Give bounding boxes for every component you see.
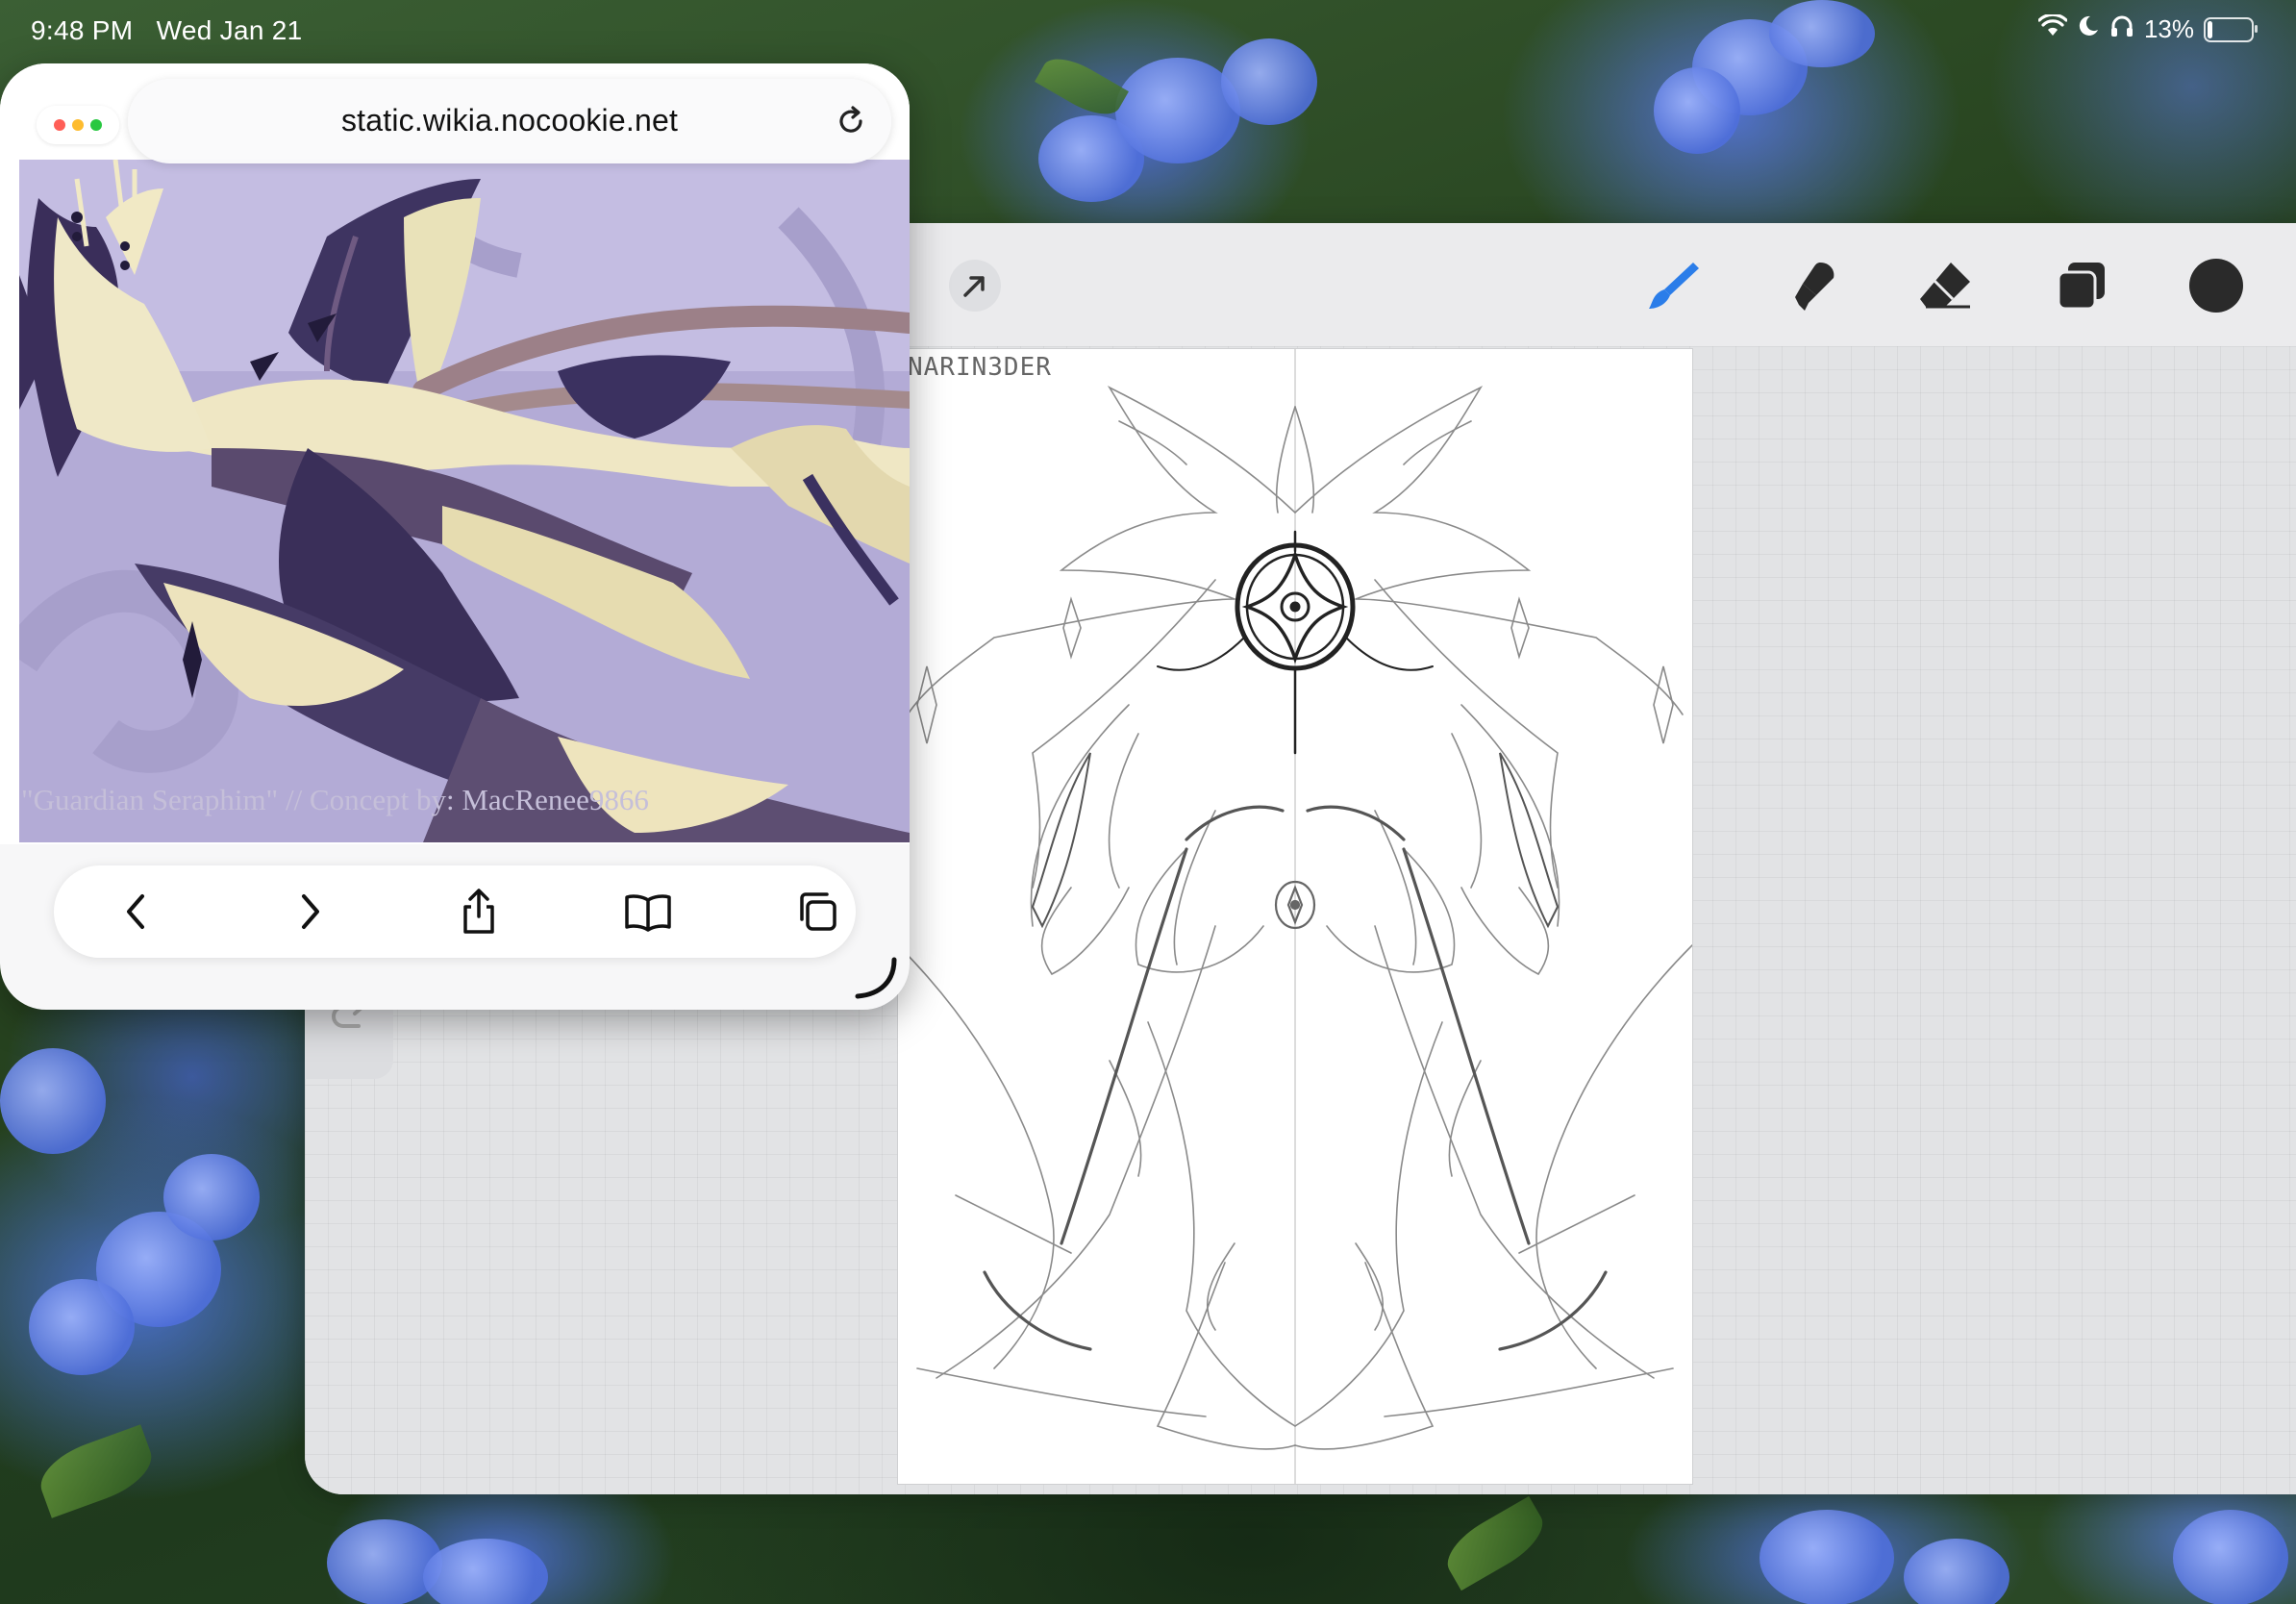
tabs-icon[interactable] [790, 885, 844, 939]
status-time-date: 9:48 PM Wed Jan 21 [31, 15, 303, 46]
status-indicators: 13% [2037, 13, 2258, 45]
eraser-icon[interactable] [1914, 255, 1976, 316]
safari-window: "Guardian Seraphim" // Concept by: MacRe… [0, 63, 910, 1010]
fullscreen-dot-icon[interactable] [90, 119, 102, 131]
resize-handle-icon[interactable] [852, 954, 900, 1002]
minimize-dot-icon[interactable] [72, 119, 84, 131]
brush-icon[interactable] [1643, 255, 1705, 316]
headphones-icon [2109, 13, 2134, 45]
drawing-canvas[interactable]: NARIN3DER [898, 349, 1692, 1484]
battery-fill [2208, 20, 2212, 38]
safari-page: "Guardian Seraphim" // Concept by: MacRe… [0, 63, 910, 844]
smudge-icon[interactable] [1780, 255, 1841, 316]
battery-icon [2204, 16, 2258, 42]
sketch-drawing [898, 349, 1692, 1484]
reload-icon[interactable] [830, 100, 872, 142]
image-caption: "Guardian Seraphim" // Concept by: MacRe… [21, 783, 649, 816]
close-dot-icon[interactable] [54, 119, 65, 131]
forward-icon[interactable] [283, 885, 337, 939]
share-icon[interactable] [452, 885, 506, 939]
status-date: Wed Jan 21 [156, 15, 303, 45]
wifi-icon [2037, 13, 2068, 44]
address-bar[interactable]: static.wikia.nocookie.net [128, 79, 891, 163]
window-controls[interactable] [37, 106, 119, 144]
status-bar: 9:48 PM Wed Jan 21 13% [0, 0, 2296, 60]
battery-percent: 13% [2143, 14, 2194, 43]
moon-icon [2077, 14, 2100, 44]
selection-arrow-icon[interactable] [944, 255, 1006, 316]
back-icon[interactable] [110, 885, 163, 939]
color-icon[interactable] [2185, 255, 2247, 316]
dragon-artwork-image [19, 160, 910, 842]
layers-icon[interactable] [2051, 255, 2112, 316]
bookmarks-icon[interactable] [621, 885, 675, 939]
status-time: 9:48 PM [31, 15, 134, 45]
safari-toolbar [54, 865, 856, 958]
url-text[interactable]: static.wikia.nocookie.net [128, 103, 891, 138]
